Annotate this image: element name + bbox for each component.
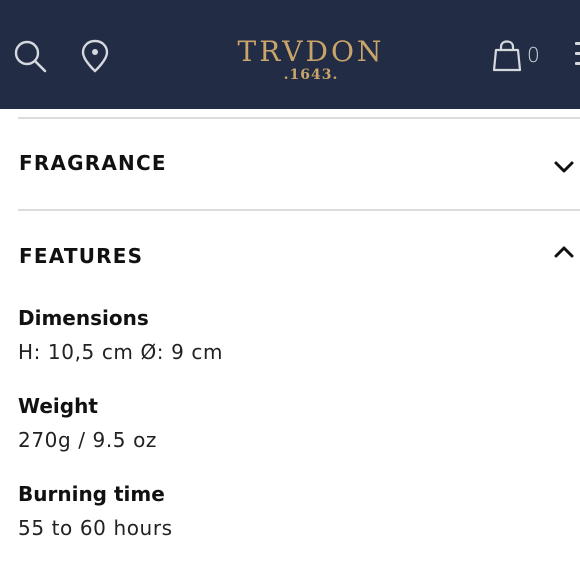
divider — [18, 209, 580, 211]
site-header: TRVDON .1643. 0 — [0, 0, 580, 109]
location-pin-icon[interactable] — [80, 39, 110, 73]
brand-year: .1643. — [283, 67, 339, 83]
burning-time-label: Burning time — [18, 482, 165, 506]
menu-icon[interactable] — [575, 42, 580, 68]
weight-value: 270g / 9.5 oz — [18, 428, 158, 452]
search-icon[interactable] — [13, 39, 47, 73]
brand-logo[interactable]: TRVDON .1643. — [200, 35, 422, 83]
features-section-toggle[interactable]: FEATURES — [19, 244, 143, 268]
weight-label: Weight — [18, 394, 98, 418]
fragrance-section-toggle[interactable]: FRAGRANCE — [19, 151, 167, 175]
dimensions-label: Dimensions — [18, 306, 149, 330]
chevron-up-icon[interactable] — [553, 245, 575, 259]
dimensions-value: H: 10,5 cm Ø: 9 cm — [18, 340, 224, 364]
brand-name: TRVDON — [237, 35, 385, 68]
cart-count[interactable]: 0 — [527, 43, 540, 67]
chevron-down-icon[interactable] — [553, 160, 575, 174]
shopping-bag-icon[interactable] — [492, 40, 522, 72]
burning-time-value: 55 to 60 hours — [18, 516, 173, 540]
divider — [18, 117, 580, 119]
